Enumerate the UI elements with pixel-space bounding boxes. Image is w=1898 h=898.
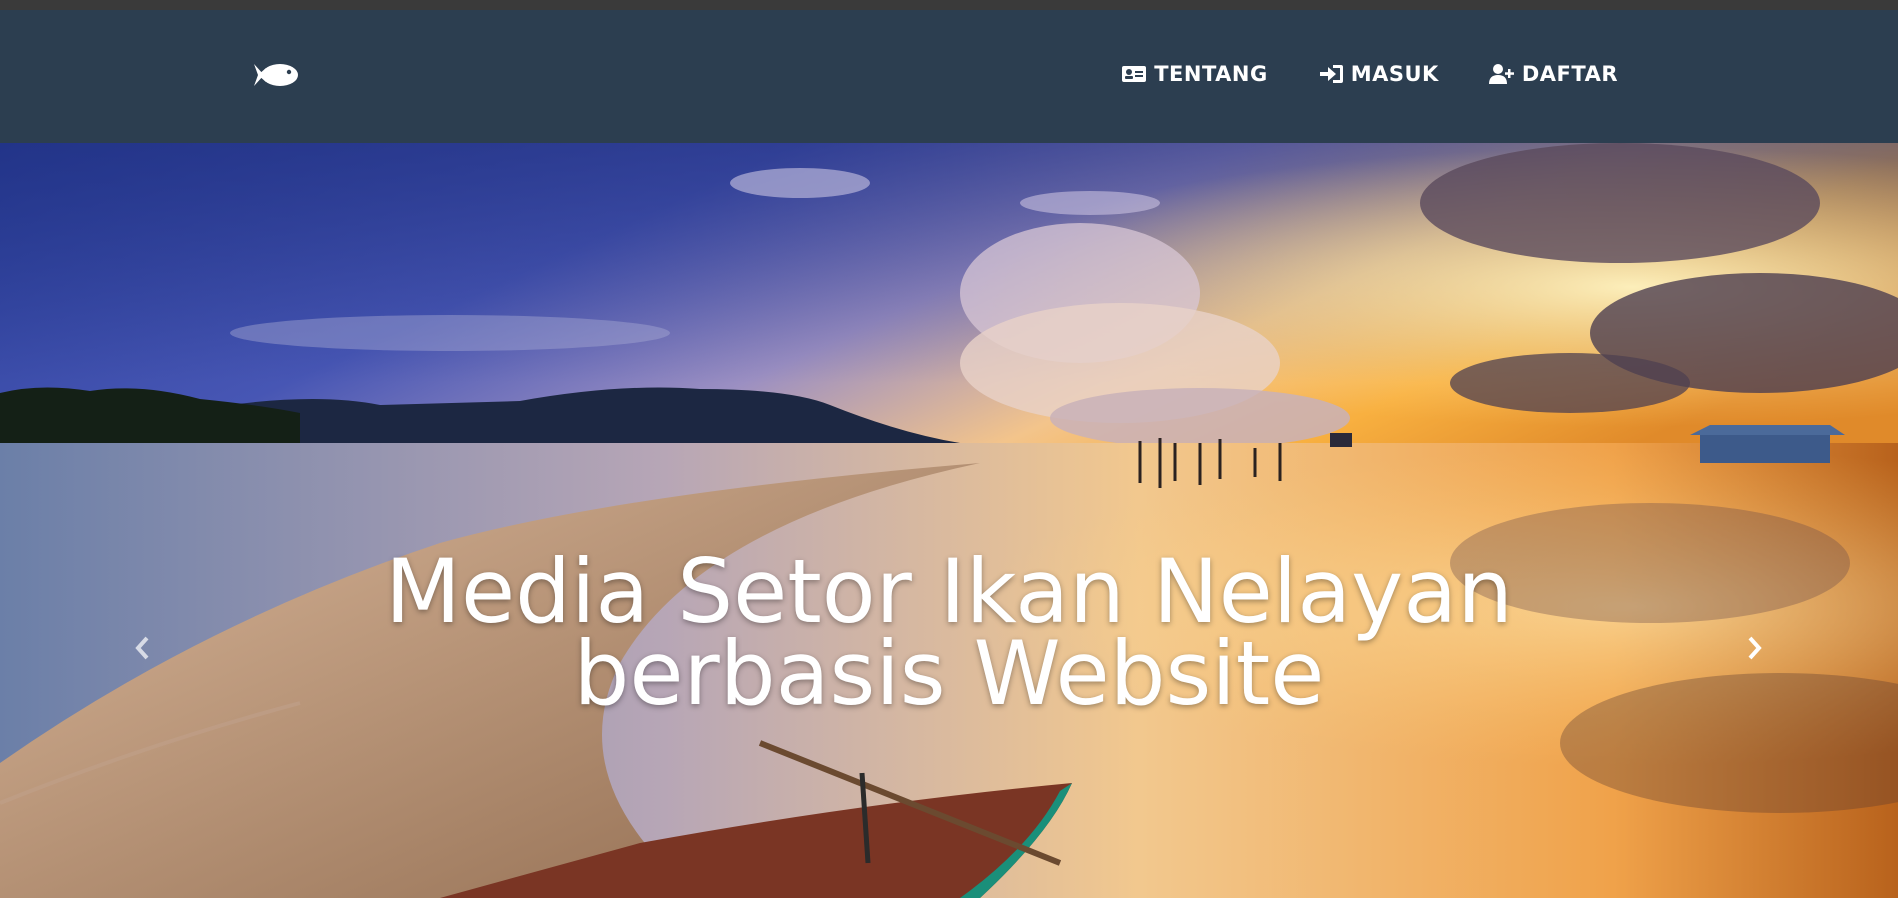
hero-title-line2: berbasis Website — [573, 622, 1325, 725]
nav-masuk-label: MASUK — [1350, 62, 1439, 86]
sign-in-icon — [1319, 65, 1343, 83]
nav-daftar[interactable]: DAFTAR — [1488, 62, 1618, 86]
nav-tentang-label: TENTANG — [1154, 62, 1268, 86]
chevron-right-icon — [1748, 636, 1762, 660]
carousel-prev-button[interactable] — [122, 623, 162, 673]
browser-top-strip — [0, 0, 1898, 10]
nav-links: TENTANG MASUK DAFTAR — [1121, 62, 1618, 86]
chevron-left-icon — [135, 636, 149, 660]
user-plus-icon — [1488, 64, 1514, 84]
carousel-next-button[interactable] — [1735, 623, 1775, 673]
hero-title-line1: Media Setor Ikan Nelayan — [385, 540, 1513, 643]
hero-background-image — [0, 143, 1898, 898]
nav-masuk[interactable]: MASUK — [1318, 62, 1439, 86]
fish-icon — [254, 64, 298, 86]
navbar: TENTANG MASUK DAFTAR — [0, 10, 1898, 143]
brand-logo[interactable] — [252, 60, 302, 90]
hero-title: Media Setor Ikan Nelayan berbasis Websit… — [0, 540, 1898, 725]
id-card-icon — [1122, 66, 1147, 82]
hero-carousel: Media Setor Ikan Nelayan berbasis Websit… — [0, 143, 1898, 898]
nav-daftar-label: DAFTAR — [1521, 62, 1618, 86]
nav-tentang[interactable]: TENTANG — [1121, 62, 1268, 86]
